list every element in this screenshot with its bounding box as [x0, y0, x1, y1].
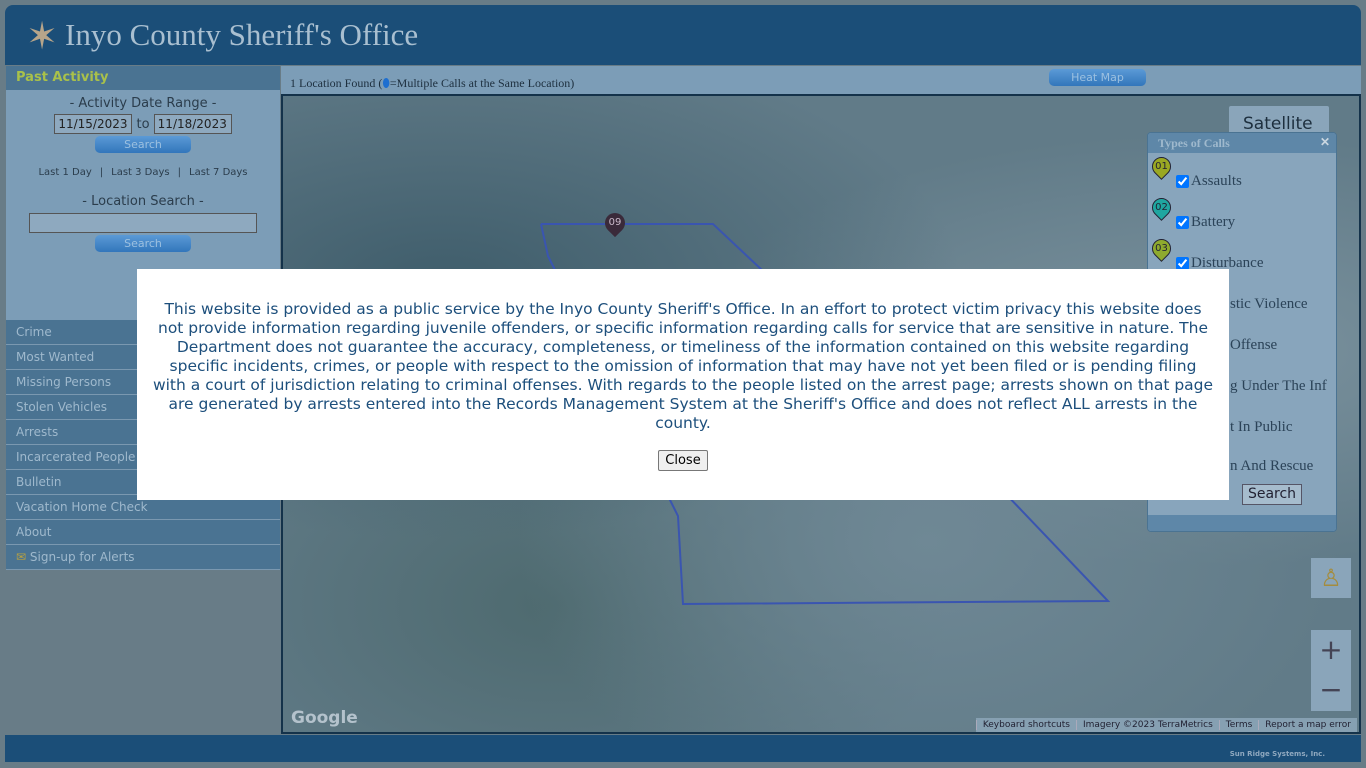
heat-map-button[interactable]: Heat Map	[1049, 69, 1146, 86]
separator: |	[99, 167, 104, 178]
terms-link[interactable]: Terms	[1218, 720, 1259, 730]
last-1-day-link[interactable]: Last 1 Day	[38, 167, 91, 178]
call-type-item[interactable]: 01 Assaults	[1148, 153, 1336, 194]
locations-found-text: 1 Location Found (⬮=Multiple Calls at th…	[290, 76, 574, 91]
location-search-button[interactable]: Search	[95, 235, 191, 252]
site-title: Inyo County Sheriff's Office	[65, 17, 419, 52]
date-search-button[interactable]: Search	[95, 136, 191, 153]
last-7-days-link[interactable]: Last 7 Days	[189, 167, 248, 178]
nav-signup-alerts[interactable]: ✉ Sign-up for Alerts	[6, 545, 280, 570]
keyboard-shortcuts-link[interactable]: Keyboard shortcuts	[975, 720, 1076, 730]
footer: Sun Ridge Systems, Inc.	[5, 735, 1361, 762]
call-type-item[interactable]: 02 Battery	[1148, 194, 1336, 235]
call-type-label: Battery	[1191, 214, 1236, 230]
street-view-pegman-icon[interactable]: ♙	[1311, 558, 1351, 598]
pin-icon: 01	[1148, 153, 1175, 180]
call-type-label: stic Violence	[1230, 296, 1308, 312]
close-icon[interactable]: ✕	[1320, 135, 1330, 150]
separator: |	[177, 167, 182, 178]
imagery-credit: Imagery ©2023 TerraMetrics	[1075, 720, 1219, 730]
marker-label: 09	[608, 217, 622, 228]
found-suffix: =Multiple Calls at the Same Location)	[389, 76, 575, 90]
close-button[interactable]: Close	[658, 450, 708, 471]
call-type-label: t In Public	[1230, 419, 1293, 435]
checkbox[interactable]	[1176, 175, 1189, 188]
map-toolbar: 1 Location Found (⬮=Multiple Calls at th…	[281, 66, 1361, 94]
report-map-error-link[interactable]: Report a map error	[1258, 720, 1357, 730]
call-type-label: n And Rescue	[1230, 458, 1314, 474]
date-range-label: - Activity Date Range -	[69, 96, 217, 111]
zoom-control: + −	[1311, 630, 1351, 711]
date-to-input[interactable]: 11/18/2023	[153, 114, 232, 134]
disclaimer-modal: This website is provided as a public ser…	[137, 269, 1229, 500]
last-3-days-link[interactable]: Last 3 Days	[111, 167, 170, 178]
location-search-input[interactable]	[29, 213, 257, 233]
call-type-label: Offense	[1230, 337, 1278, 353]
map-pin-icon: ⬮	[382, 76, 390, 90]
pin-icon: 02	[1148, 194, 1175, 221]
vendor-logo: Sun Ridge Systems, Inc.	[1229, 750, 1325, 758]
checkbox[interactable]	[1176, 216, 1189, 229]
nav-about[interactable]: About	[6, 520, 280, 545]
past-activity-heading: Past Activity	[6, 66, 280, 90]
pin-icon: 03	[1148, 235, 1175, 262]
call-type-label: Assaults	[1191, 173, 1242, 189]
found-prefix: 1 Location Found (	[290, 76, 383, 90]
header: ✶ Inyo County Sheriff's Office	[5, 5, 1361, 65]
call-type-label: g Under The Inf	[1230, 378, 1327, 394]
disclaimer-text: This website is provided as a public ser…	[152, 300, 1214, 432]
signup-label: Sign-up for Alerts	[29, 550, 135, 564]
types-search-button[interactable]: Search	[1242, 484, 1302, 505]
envelope-icon: ✉	[16, 550, 27, 564]
panel-title: Types of Calls	[1158, 136, 1230, 150]
types-of-calls-header: Types of Calls ✕	[1148, 133, 1336, 153]
location-search-label: - Location Search -	[82, 194, 204, 209]
map-type-label: Satellite	[1243, 114, 1313, 134]
date-from-input[interactable]: 11/15/2023	[54, 114, 133, 134]
panel-footer	[1148, 515, 1336, 531]
map-marker[interactable]: 09	[600, 208, 630, 238]
google-logo: Google	[291, 708, 358, 728]
zoom-out-button[interactable]: −	[1311, 670, 1351, 710]
map-attribution: Keyboard shortcuts Imagery ©2023 TerraMet…	[975, 718, 1357, 732]
sheriff-badge-logo: ✶	[26, 14, 58, 58]
to-label: to	[136, 117, 150, 132]
zoom-in-button[interactable]: +	[1311, 630, 1351, 670]
